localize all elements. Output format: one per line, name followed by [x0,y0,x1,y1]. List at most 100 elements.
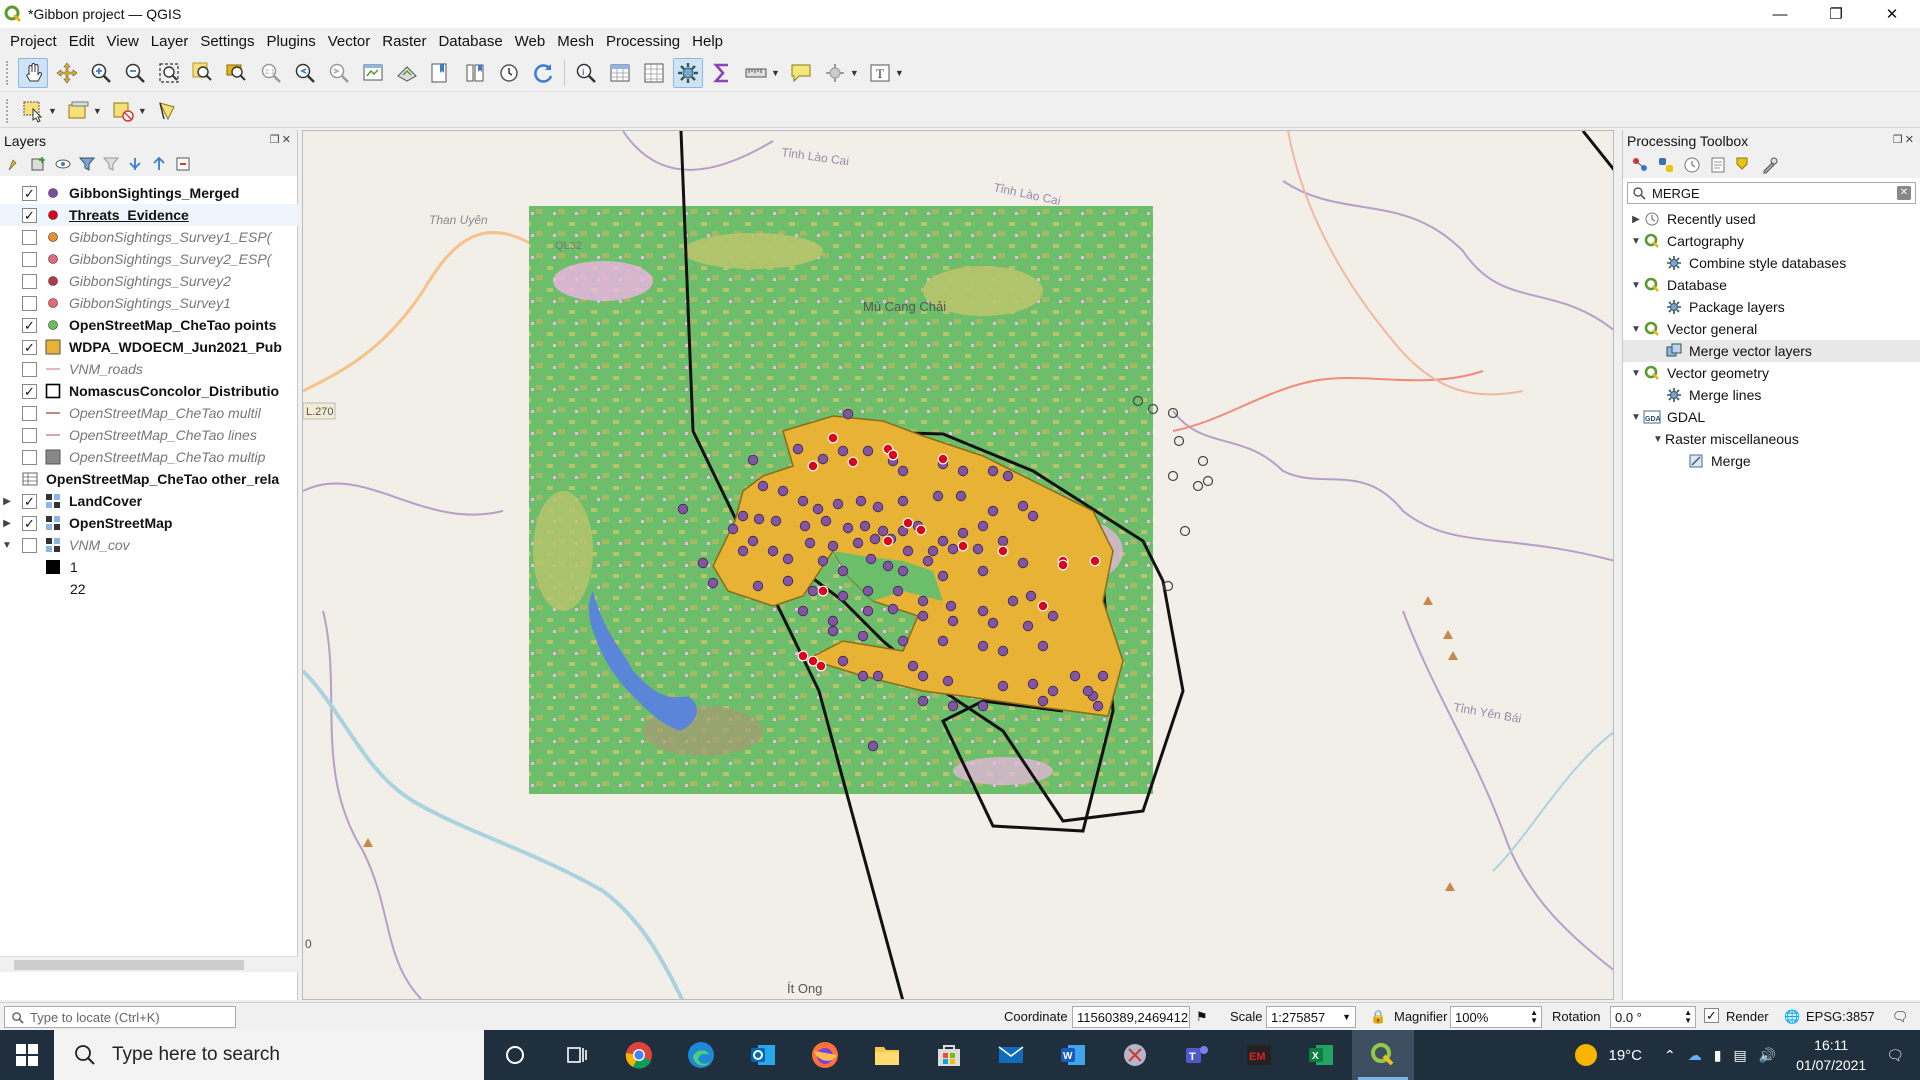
select-features-icon[interactable] [18,96,48,126]
locator-field[interactable]: Type to locate (Ctrl+K) [4,1006,236,1028]
layer-visibility-checkbox[interactable] [22,405,37,421]
zoom-native-icon[interactable]: 1:1 [256,58,286,88]
layer-visibility-checkbox[interactable]: ✓ [22,493,37,509]
expand-arrow-icon[interactable]: ▶ [1629,214,1643,225]
notifications-icon[interactable]: 🗨 [1886,1047,1904,1064]
new-3d-view-icon[interactable] [392,58,422,88]
text-annotation-dropdown-icon[interactable]: ▼ [895,68,904,78]
deselect-all-icon[interactable] [108,96,138,126]
globe-icon[interactable]: 🌐 [1784,1009,1800,1025]
menu-plugins[interactable]: Plugins [261,33,322,50]
layer-name[interactable]: GibbonSightings_Survey2 [69,273,231,289]
firefox-icon[interactable] [794,1030,856,1080]
layer-row[interactable]: OpenStreetMap_CheTao lines [0,424,298,446]
expand-arrow-icon[interactable]: ▼ [1629,236,1643,247]
layer-name[interactable]: WDPA_WDOECM_Jun2021_Pub [69,339,282,355]
layer-row[interactable]: GibbonSightings_Survey1 [0,292,298,314]
toolbox-item[interactable]: ▼ Vector geometry [1623,362,1920,384]
menu-settings[interactable]: Settings [194,33,260,50]
layer-row[interactable]: OpenStreetMap_CheTao multil [0,402,298,424]
select-by-location-icon[interactable] [153,96,183,126]
layer-name[interactable]: GibbonSightings_Survey1_ESP( [69,229,271,245]
layer-visibility-checkbox[interactable]: ✓ [22,383,37,399]
layer-visibility-checkbox[interactable]: ✓ [22,185,37,201]
toolbox-item-label[interactable]: Package layers [1689,299,1785,315]
expand-arrow-icon[interactable]: ▶ [0,496,14,507]
toolbox-item[interactable]: ▼ Vector general [1623,318,1920,340]
attribute-table-icon[interactable] [605,58,635,88]
show-bookmarks-icon[interactable] [460,58,490,88]
expand-arrow-icon[interactable]: ▼ [1629,280,1643,291]
field-calculator-icon[interactable] [639,58,669,88]
taskbar-search-field[interactable]: Type here to search [54,1030,484,1080]
render-checkbox[interactable]: ✓ [1704,1008,1719,1023]
collapse-all-icon[interactable] [150,155,168,173]
rotation-value[interactable]: 0.0 ° [1615,1010,1642,1025]
layer-name[interactable]: OpenStreetMap_CheTao multip [69,449,265,465]
toolbox-search-value[interactable]: MERGE [1652,186,1700,201]
edit-features-in-place-icon[interactable] [1735,156,1753,174]
toolbox-item[interactable]: Merge lines [1623,384,1920,406]
toolbox-item-label[interactable]: Merge lines [1689,387,1761,403]
layer-visibility-checkbox[interactable] [22,229,37,245]
lock-scale-icon[interactable]: 🔒 [1370,1009,1386,1025]
toolbox-item[interactable]: ▼ Database [1623,274,1920,296]
rotation-spinner-icon[interactable]: ▲ ▼ [1684,1009,1692,1025]
menu-processing[interactable]: Processing [600,33,686,50]
layer-row[interactable]: OpenStreetMap_CheTao multip [0,446,298,468]
layer-name[interactable]: OpenStreetMap_CheTao other_rela [46,471,279,487]
measure-line-icon[interactable] [741,58,771,88]
edge-icon[interactable] [670,1030,732,1080]
manage-visibility-icon[interactable] [54,155,72,173]
toolbox-search-field[interactable]: MERGE ✕ [1627,182,1916,204]
layer-visibility-checkbox[interactable]: ✓ [22,339,37,355]
expand-arrow-icon[interactable]: ▼ [1629,412,1643,423]
taskbar-clock[interactable]: 16:11 01/07/2021 [1796,1035,1866,1075]
toolbox-item-label[interactable]: Combine style databases [1689,255,1846,271]
python-scripts-icon[interactable] [1657,156,1675,174]
layer-visibility-checkbox[interactable] [22,537,37,553]
toolbox-item[interactable]: ▼GDALGDAL [1623,406,1920,428]
menu-raster[interactable]: Raster [376,33,432,50]
coordinate-value[interactable]: 11560389,2469412 [1077,1010,1188,1025]
layer-row[interactable]: GibbonSightings_Survey2_ESP( [0,248,298,270]
layer-visibility-checkbox[interactable]: ✓ [22,317,37,333]
expand-all-icon[interactable] [126,155,144,173]
file-explorer-icon[interactable] [856,1030,918,1080]
menu-web[interactable]: Web [509,33,552,50]
models-icon[interactable] [1631,156,1649,174]
layer-row[interactable]: VNM_roads [0,358,298,380]
layer-visibility-checkbox[interactable] [22,427,37,443]
toolbox-item-label[interactable]: Database [1667,277,1727,293]
select-by-value-icon[interactable] [63,96,93,126]
close-panel-icon[interactable]: ✕ [282,134,293,146]
rotation-field[interactable]: 0.0 ° ▲ ▼ [1610,1006,1696,1028]
layer-name[interactable]: OpenStreetMap_CheTao lines [69,427,257,443]
layer-row[interactable]: ✓ NomascusConcolor_Distributio [0,380,298,402]
show-hidden-icons-icon[interactable]: ⌃ [1664,1047,1676,1064]
annotation-dropdown-icon[interactable]: ▼ [850,68,859,78]
menu-help[interactable]: Help [686,33,729,50]
layer-row[interactable]: OpenStreetMap_CheTao other_rela [0,468,298,490]
toolbox-item[interactable]: Merge vector layers [1623,340,1920,362]
task-view-icon[interactable] [546,1030,608,1080]
word-icon[interactable]: W [1042,1030,1104,1080]
close-icon[interactable]: ✕ [1864,0,1920,28]
toolbox-item-label[interactable]: Merge vector layers [1689,343,1812,359]
layer-name[interactable]: VNM_cov [69,537,130,553]
processing-toolbox-icon[interactable] [673,57,703,88]
coordinate-field[interactable]: 11560389,2469412 [1072,1006,1190,1028]
onedrive-icon[interactable]: ☁ [1688,1047,1702,1064]
results-viewer-icon[interactable] [1709,156,1727,174]
float-panel-icon[interactable]: ❐ [1893,134,1905,146]
outlook-icon[interactable] [732,1030,794,1080]
zoom-full-icon[interactable] [154,58,184,88]
toolbox-item-label[interactable]: Recently used [1667,211,1756,227]
teams-icon[interactable]: T [1166,1030,1228,1080]
layer-name[interactable]: OpenStreetMap_CheTao points [69,317,276,333]
menu-layer[interactable]: Layer [145,33,195,50]
magnifier-spinner-icon[interactable]: ▲ ▼ [1530,1009,1538,1025]
weather-icon[interactable] [1574,1044,1597,1066]
toolbox-item[interactable]: ▼ Raster miscellaneous [1623,428,1920,450]
layer-row[interactable]: ✓ WDPA_WDOECM_Jun2021_Pub [0,336,298,358]
